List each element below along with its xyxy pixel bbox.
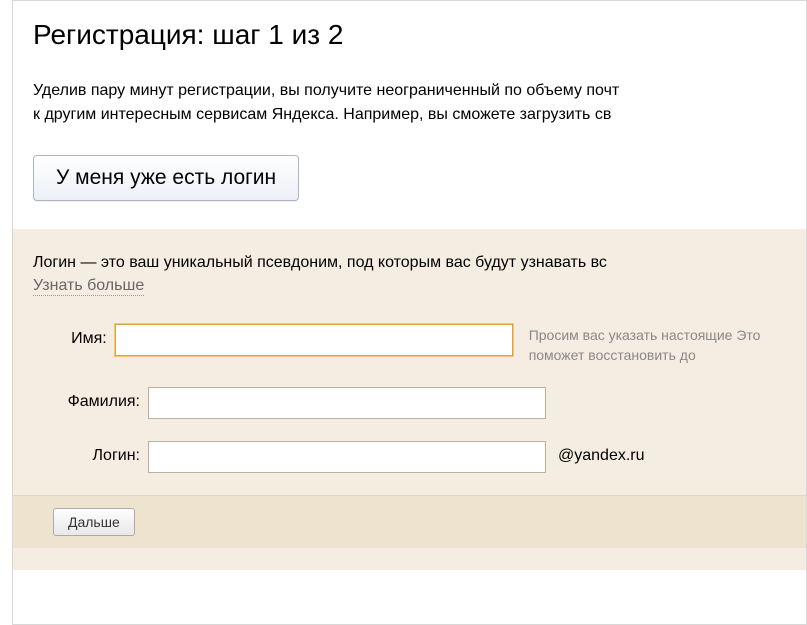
login-description: Логин — это ваш уникальный псевдоним, по… — [33, 251, 806, 275]
lastname-label: Фамилия: — [33, 387, 148, 411]
registration-form: Логин — это ваш уникальный псевдоним, по… — [13, 229, 806, 570]
page-title: Регистрация: шаг 1 из 2 — [33, 19, 806, 51]
login-label: Логин: — [33, 441, 148, 465]
learn-more-link[interactable]: Узнать больше — [33, 277, 144, 296]
lastname-input[interactable] — [148, 387, 546, 419]
login-domain-suffix: @yandex.ru — [558, 441, 645, 465]
next-button[interactable]: Дальше — [53, 508, 135, 536]
login-row: Логин: @yandex.ru — [33, 441, 806, 473]
content-wrapper: Регистрация: шаг 1 из 2 Уделив пару мину… — [13, 1, 806, 570]
submit-row: Дальше — [13, 495, 806, 548]
firstname-row: Имя: Просим вас указать настоящие Это по… — [33, 324, 806, 365]
firstname-hint: Просим вас указать настоящие Это поможет… — [529, 324, 806, 365]
registration-page: Регистрация: шаг 1 из 2 Уделив пару мину… — [12, 0, 807, 625]
lastname-row: Фамилия: — [33, 387, 806, 419]
firstname-label: Имя: — [33, 324, 115, 348]
login-input[interactable] — [148, 441, 546, 473]
firstname-input[interactable] — [115, 324, 513, 356]
already-have-login-button[interactable]: У меня уже есть логин — [33, 155, 299, 201]
intro-text: Уделив пару минут регистрации, вы получи… — [33, 79, 806, 127]
